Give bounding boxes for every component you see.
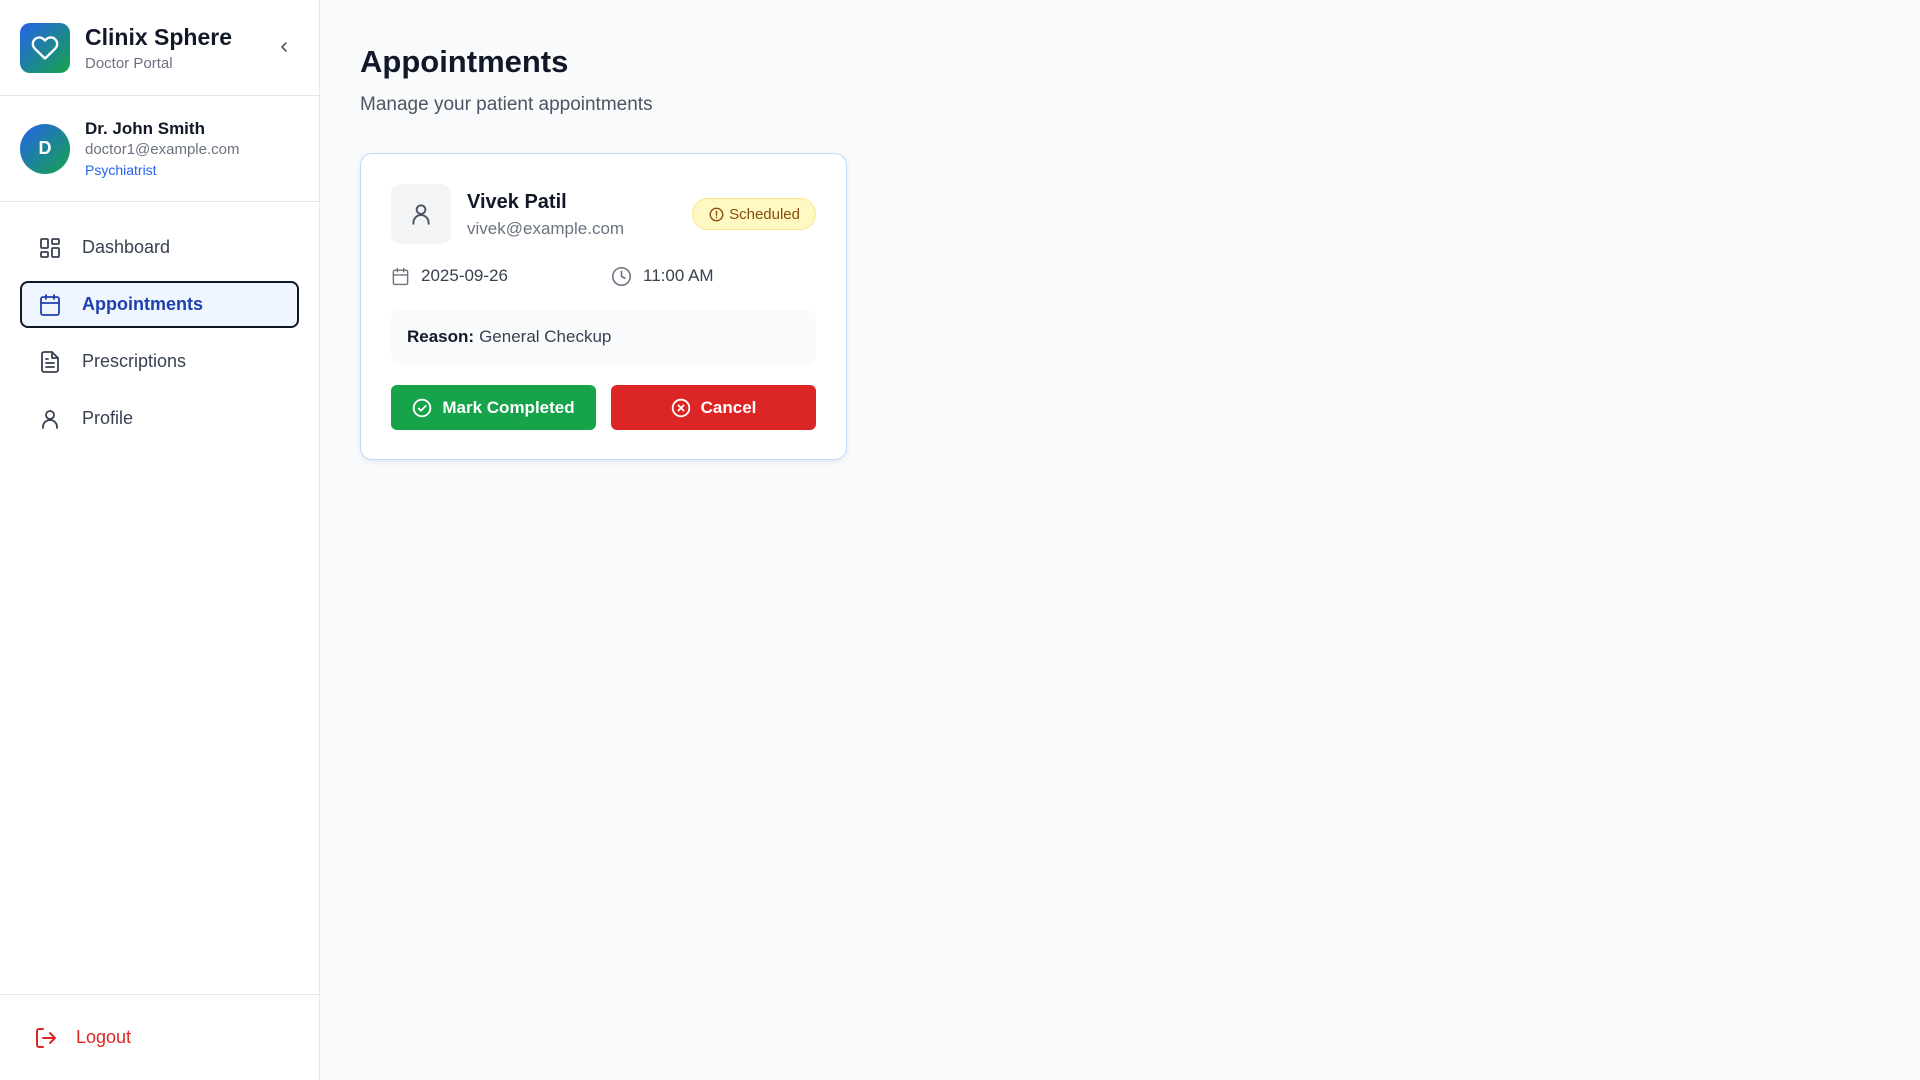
sidebar-item-label: Appointments	[82, 294, 203, 314]
check-circle-icon	[413, 398, 432, 417]
page-subtitle: Manage your patient appointments	[360, 94, 653, 115]
user-name: Dr. John Smith	[85, 118, 205, 138]
reason-box: Reason: General Checkup	[391, 310, 816, 364]
patient-avatar	[391, 184, 451, 244]
heart-logo-icon	[20, 22, 70, 73]
appointment-date: 2025-09-26	[391, 266, 611, 286]
brand-subtitle: Doctor Portal	[85, 55, 173, 72]
patient-email: vivek@example.com	[467, 219, 625, 238]
appointment-actions: Mark Completed Cancel	[391, 385, 816, 430]
calendar-icon	[38, 293, 62, 317]
appointment-card: Vivek Patil vivek@example.com Scheduled	[360, 153, 847, 460]
calendar-icon	[392, 267, 409, 285]
collapse-sidebar-button[interactable]	[273, 36, 295, 58]
patient-name: Vivek Patil	[467, 191, 567, 213]
sidebar-item-label: Dashboard	[82, 237, 171, 257]
sidebar-item-label: Prescriptions	[82, 351, 187, 371]
sidebar-item-profile[interactable]: Profile	[20, 395, 299, 442]
user-info: Dr. John Smith doctor1@example.com Psych…	[85, 118, 239, 180]
status-badge: Scheduled	[692, 198, 816, 230]
appointment-card-header: Vivek Patil vivek@example.com Scheduled	[391, 184, 816, 244]
alert-circle-icon	[709, 207, 724, 221]
sidebar-item-prescriptions[interactable]: Prescriptions	[20, 338, 299, 385]
date-text: 2025-09-26	[421, 266, 508, 285]
app-root: Clinix Sphere Doctor Portal D Dr. John S…	[0, 0, 1920, 1080]
user-card: D Dr. John Smith doctor1@example.com Psy…	[0, 96, 319, 202]
page-title: Appointments	[360, 44, 569, 79]
mark-completed-label: Mark Completed	[442, 397, 575, 417]
document-icon	[38, 350, 62, 374]
main-content: Appointments Manage your patient appoint…	[320, 0, 1920, 1080]
brand-text: Clinix Sphere Doctor Portal	[85, 23, 232, 72]
user-role: Psychiatrist	[85, 161, 157, 178]
logout-label: Logout	[76, 1027, 132, 1047]
appointment-time: 11:00 AM	[611, 266, 714, 287]
brand-title: Clinix Sphere	[85, 24, 232, 50]
sidebar: Clinix Sphere Doctor Portal D Dr. John S…	[0, 0, 320, 1080]
logout-button[interactable]: Logout	[20, 1016, 145, 1060]
reason-text: General Checkup	[479, 327, 612, 346]
time-text: 11:00 AM	[643, 266, 714, 285]
sidebar-item-dashboard[interactable]: Dashboard	[20, 224, 299, 271]
sidebar-nav: Dashboard Appointments Prescriptions Pro…	[0, 202, 319, 994]
mark-completed-button[interactable]: Mark Completed	[391, 385, 596, 430]
dashboard-icon	[38, 236, 62, 260]
status-label: Scheduled	[729, 205, 800, 223]
user-icon	[38, 407, 62, 431]
brand-header: Clinix Sphere Doctor Portal	[0, 0, 319, 96]
user-email: doctor1@example.com	[85, 140, 240, 158]
appointment-meta: 2025-09-26 11:00 AM	[391, 264, 816, 288]
patient-info: Vivek Patil vivek@example.com	[467, 189, 692, 239]
avatar: D	[20, 123, 70, 174]
cancel-label: Cancel	[700, 397, 757, 417]
x-circle-icon	[671, 398, 690, 417]
clock-icon	[611, 266, 632, 286]
sidebar-item-label: Profile	[82, 408, 134, 428]
logout-section: Logout	[0, 994, 319, 1080]
cancel-button[interactable]: Cancel	[611, 385, 816, 430]
reason-label: Reason:	[407, 327, 475, 346]
user-icon	[412, 204, 430, 225]
logout-icon	[36, 1027, 56, 1048]
chevron-left-icon	[281, 42, 287, 52]
sidebar-item-appointments[interactable]: Appointments	[20, 281, 299, 328]
